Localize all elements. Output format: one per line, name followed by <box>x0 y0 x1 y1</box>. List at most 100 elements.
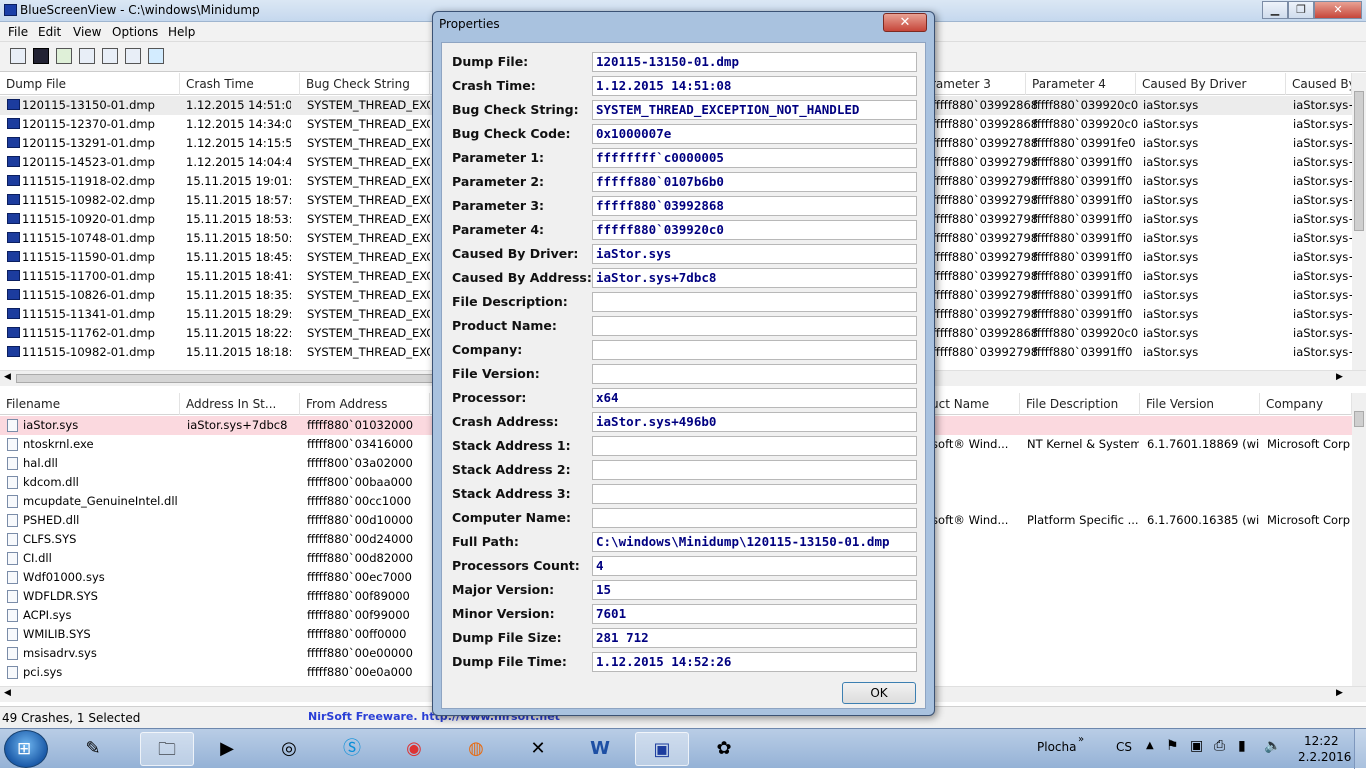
clock-time[interactable]: 12:22 <box>1304 734 1339 748</box>
show-desktop-button[interactable] <box>1354 729 1366 769</box>
dump-list-vscrollbar[interactable] <box>1352 73 1366 370</box>
col-from-address[interactable]: From Address <box>300 393 430 415</box>
col-filename[interactable]: Filename <box>0 393 180 415</box>
menu-view[interactable]: View <box>73 25 101 39</box>
explorer-icon[interactable]: 🗀 <box>140 732 194 766</box>
cell-file-description <box>1027 473 1139 492</box>
col-file-description[interactable]: File Description <box>1020 393 1140 415</box>
chrome-icon[interactable]: ◉ <box>387 732 441 766</box>
property-value-field[interactable]: 0x1000007e <box>592 124 917 144</box>
property-value-field[interactable] <box>592 508 917 528</box>
minimize-button[interactable]: ▁ <box>1262 1 1288 19</box>
scroll-right-icon[interactable]: ▶ <box>1336 688 1343 698</box>
exit-icon[interactable] <box>148 48 164 64</box>
property-value-field[interactable]: fffff880`03992868 <box>592 196 917 216</box>
notification-icon[interactable]: ▣ <box>1190 738 1203 754</box>
property-value-field[interactable] <box>592 340 917 360</box>
cell-parameter-4: fffff880`03991ff0 <box>1033 345 1133 359</box>
volume-icon[interactable]: 🔈 <box>1264 738 1281 754</box>
module-list-vscrollbar[interactable] <box>1352 393 1366 686</box>
property-value-field[interactable]: 281 712 <box>592 628 917 648</box>
copy-icon[interactable] <box>79 48 95 64</box>
report-icon[interactable] <box>102 48 118 64</box>
cell-from-address: fffff880`00cc1000 <box>307 494 412 508</box>
toolbar-expand-icon[interactable]: » <box>1078 734 1084 745</box>
property-value-field[interactable]: 1.12.2015 14:52:26 <box>592 652 917 672</box>
skype-icon[interactable]: Ⓢ <box>325 732 379 766</box>
property-value-field[interactable]: SYSTEM_THREAD_EXCEPTION_NOT_HANDLED <box>592 100 917 120</box>
col-bug-check-string[interactable]: Bug Check String <box>300 73 430 95</box>
property-value-field[interactable] <box>592 436 917 456</box>
bluescreenview-icon[interactable]: ▣ <box>635 732 689 766</box>
property-value-field[interactable]: fffff880`0107b6b0 <box>592 172 917 192</box>
col-parameter-4[interactable]: Parameter 4 <box>1026 73 1136 95</box>
firefox-icon[interactable]: ◍ <box>449 732 503 766</box>
property-value-field[interactable] <box>592 484 917 504</box>
find-icon[interactable] <box>125 48 141 64</box>
dump-list-vscroll-thumb[interactable] <box>1354 91 1364 231</box>
show-hidden-icons-icon[interactable]: ▲ <box>1146 740 1154 751</box>
cell-company <box>1267 473 1352 492</box>
col-file-version[interactable]: File Version <box>1140 393 1260 415</box>
app-x-icon[interactable]: ✕ <box>511 732 565 766</box>
col-dump-file[interactable]: Dump File <box>0 73 180 95</box>
property-value-field[interactable]: C:\windows\Minidump\120115-13150-01.dmp <box>592 532 917 552</box>
journal-icon[interactable]: ✎ <box>66 732 120 766</box>
word-icon[interactable]: W <box>573 732 627 766</box>
windows-flag-icon[interactable]: ⚑ <box>1166 738 1179 754</box>
property-value-field[interactable]: fffff880`039920c0 <box>592 220 917 240</box>
col-product-name[interactable]: uct Name <box>925 393 1020 415</box>
property-value-field[interactable]: x64 <box>592 388 917 408</box>
col-caused-by-address[interactable]: Caused By <box>1286 73 1352 95</box>
property-value-field[interactable]: ffffffff`c0000005 <box>592 148 917 168</box>
property-value-field[interactable] <box>592 364 917 384</box>
property-value-field[interactable]: 7601 <box>592 604 917 624</box>
property-value-field[interactable]: 15 <box>592 580 917 600</box>
property-value-field[interactable]: iaStor.sys+7dbc8 <box>592 268 917 288</box>
app-circle-icon[interactable]: ◎ <box>262 732 316 766</box>
property-value-field[interactable]: iaStor.sys <box>592 244 917 264</box>
refresh-icon[interactable] <box>56 48 72 64</box>
property-value-field[interactable] <box>592 292 917 312</box>
ok-button[interactable]: OK <box>842 682 916 704</box>
property-value-field[interactable] <box>592 316 917 336</box>
cell-company <box>1267 530 1352 549</box>
col-crash-time[interactable]: Crash Time <box>180 73 300 95</box>
menu-options[interactable]: Options <box>112 25 158 39</box>
property-value-field[interactable]: 1.12.2015 14:51:08 <box>592 76 917 96</box>
maximize-button[interactable]: ❐ <box>1288 1 1314 19</box>
dump-file-icon <box>7 289 20 300</box>
close-button[interactable]: ✕ <box>1314 1 1362 19</box>
media-player-icon[interactable]: ▶ <box>200 732 254 766</box>
cell-address-in-stack <box>187 454 297 473</box>
scroll-right-icon[interactable]: ▶ <box>1336 372 1343 382</box>
scroll-left-icon[interactable]: ◀ <box>4 688 11 698</box>
property-value-field[interactable] <box>592 460 917 480</box>
toolbar-label[interactable]: Plocha <box>1037 740 1076 754</box>
col-parameter-3[interactable]: rameter 3 <box>925 73 1026 95</box>
dialog-close-button[interactable]: ✕ <box>883 13 927 32</box>
property-value-field[interactable]: iaStor.sys+496b0 <box>592 412 917 432</box>
properties-icon[interactable] <box>10 48 26 64</box>
menu-edit[interactable]: Edit <box>38 25 61 39</box>
cell-dump-file: 111515-11762-01.dmp <box>22 326 155 340</box>
property-value-field[interactable]: 120115-13150-01.dmp <box>592 52 917 72</box>
save-icon[interactable] <box>33 48 49 64</box>
start-button[interactable]: ⊞ <box>4 730 48 768</box>
property-value-field[interactable]: 4 <box>592 556 917 576</box>
menu-help[interactable]: Help <box>168 25 195 39</box>
device-icon[interactable]: ⎙ <box>1214 738 1225 754</box>
network-icon[interactable]: ▮ <box>1238 738 1246 754</box>
cell-from-address: fffff880`00f89000 <box>307 589 410 603</box>
col-address-in-stack[interactable]: Address In St... <box>180 393 300 415</box>
language-indicator[interactable]: CS <box>1116 740 1132 754</box>
scroll-left-icon[interactable]: ◀ <box>4 372 11 382</box>
cell-file-version <box>1147 530 1259 549</box>
menu-file[interactable]: File <box>8 25 28 39</box>
cell-caused-by-address: iaStor.sys+ <box>1293 174 1352 188</box>
paint-icon[interactable]: ✿ <box>697 732 751 766</box>
col-caused-by-driver[interactable]: Caused By Driver <box>1136 73 1286 95</box>
clock-date[interactable]: 2.2.2016 <box>1298 750 1351 764</box>
module-list-vscroll-thumb[interactable] <box>1354 411 1364 427</box>
col-company[interactable]: Company <box>1260 393 1352 415</box>
